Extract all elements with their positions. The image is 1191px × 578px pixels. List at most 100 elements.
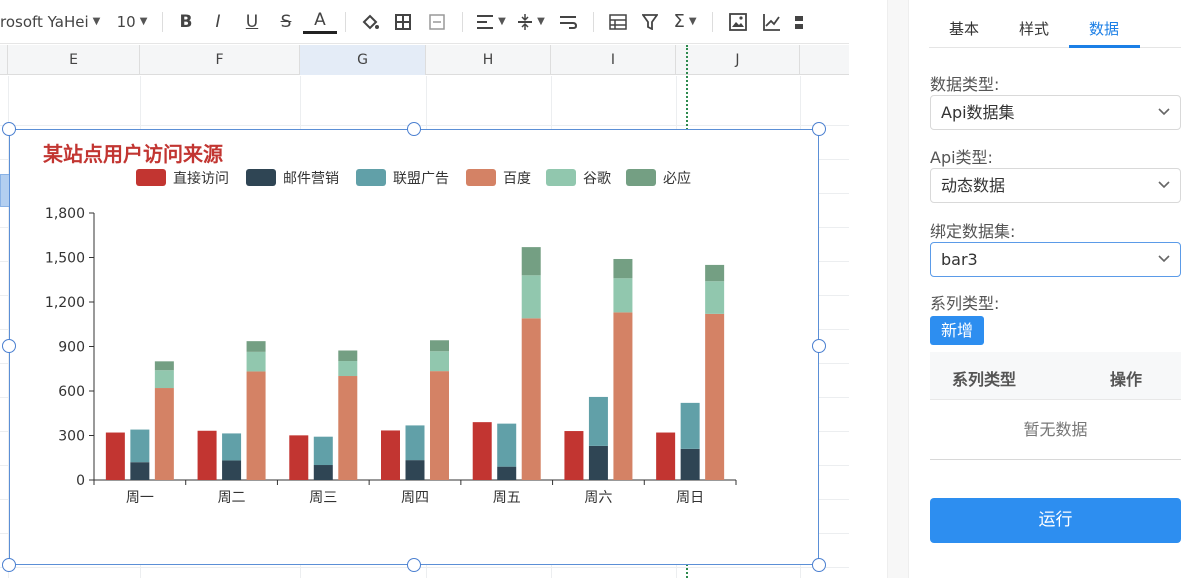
chevron-down-icon: ▼ (139, 16, 148, 27)
bar-必应 (430, 340, 449, 352)
legend-swatch (136, 169, 166, 186)
tab-style[interactable]: 样式 (999, 10, 1069, 48)
bar-谷歌 (521, 275, 541, 319)
resize-handle[interactable] (812, 558, 826, 572)
data-type-select[interactable]: Api数据集 (930, 95, 1181, 130)
vertical-align-icon[interactable]: ▼ (511, 8, 551, 36)
filter-icon[interactable] (634, 8, 666, 36)
bar-谷歌 (338, 361, 358, 377)
add-series-button[interactable]: 新增 (930, 316, 984, 345)
series-type-label: 系列类型: (930, 294, 1000, 313)
x-tick-label: 周三 (309, 490, 337, 506)
align-left-icon[interactable]: ▼ (471, 8, 511, 36)
resize-handle[interactable] (407, 122, 421, 136)
font-family-value: rosoft YaHei (0, 12, 89, 31)
bar-直接访问 (105, 432, 125, 480)
bar-直接访问 (472, 422, 492, 480)
bar-百度 (705, 313, 725, 480)
resize-handle[interactable] (812, 122, 826, 136)
font-color-button[interactable]: A (303, 10, 337, 34)
chevron-down-icon: ▼ (92, 16, 101, 27)
bar-邮件营销 (405, 460, 425, 480)
api-type-label: Api类型: (930, 148, 993, 167)
fill-color-icon[interactable] (354, 8, 386, 36)
sum-icon[interactable]: Σ ▼ (666, 8, 704, 36)
bar-chart: 某站点用户访问来源直接访问 邮件营销 联盟广告 百度 谷歌 必应 0 300 600 900 1,2… (43, 142, 737, 506)
chart-widget[interactable]: 某站点用户访问来源 直接访问 邮件营销 联盟广告 百度 谷歌 必应 0 300 600 900 1,2… (9, 129, 819, 565)
bar-必应 (154, 361, 174, 371)
bar-联盟广告 (130, 429, 150, 463)
x-tick-label: 周五 (493, 490, 521, 506)
properties-panel: 基本 样式 数据 数据类型: Api数据集 Api类型: 动态数据 绑定数据集:… (909, 0, 1191, 578)
bar-联盟广告 (588, 396, 608, 446)
bold-button[interactable]: B (171, 8, 201, 36)
more-tools-icon[interactable] (789, 8, 809, 36)
legend-swatch (466, 169, 496, 186)
bar-必应 (521, 247, 541, 276)
bar-谷歌 (430, 351, 449, 372)
resize-handle[interactable] (2, 122, 16, 136)
resize-handle[interactable] (2, 558, 16, 572)
dataset-select[interactable]: bar3 (930, 242, 1181, 277)
column-header-e[interactable]: E (8, 45, 140, 75)
api-type-value: 动态数据 (941, 176, 1006, 195)
bar-必应 (338, 350, 358, 362)
font-size-select[interactable]: 10 ▼ (110, 8, 154, 36)
wrap-text-icon[interactable] (551, 8, 585, 36)
merge-cells-icon[interactable] (420, 8, 454, 36)
y-tick-label: 1,500 (45, 251, 85, 267)
image-icon[interactable] (721, 8, 755, 36)
bar-邮件营销 (313, 465, 333, 480)
bar-百度 (246, 371, 266, 480)
legend-label: 谷歌 (583, 171, 611, 187)
italic-button[interactable]: I (201, 8, 235, 36)
bar-百度 (154, 388, 174, 480)
tab-basic[interactable]: 基本 (929, 10, 999, 48)
table-icon[interactable] (602, 8, 634, 36)
y-tick-label: 1,200 (45, 295, 85, 311)
resize-handle[interactable] (407, 558, 421, 572)
column-header-i[interactable]: I (551, 45, 676, 75)
chart-icon[interactable] (755, 8, 789, 36)
chevron-down-icon (1158, 96, 1170, 142)
strikethrough-button[interactable]: S (269, 8, 303, 36)
panel-splitter[interactable] (887, 0, 909, 578)
column-header-g[interactable]: G (300, 45, 426, 75)
resize-handle[interactable] (2, 339, 16, 353)
bar-邮件营销 (497, 466, 517, 480)
col-series-type: 系列类型 (952, 370, 1017, 389)
bar-必应 (705, 264, 725, 282)
data-type-label: 数据类型: (930, 75, 1000, 94)
chevron-down-icon (1158, 169, 1170, 215)
x-tick-label: 周四 (401, 490, 429, 506)
resize-handle[interactable] (812, 339, 826, 353)
dataset-value: bar3 (941, 250, 978, 269)
underline-button[interactable]: U (235, 8, 269, 36)
bar-百度 (430, 371, 449, 480)
legend-label: 邮件营销 (283, 171, 339, 187)
divider (162, 11, 163, 32)
row-line (0, 567, 849, 568)
bar-邮件营销 (222, 460, 242, 480)
bar-邮件营销 (130, 462, 150, 480)
column-edge (800, 45, 849, 75)
divider (593, 11, 594, 32)
data-type-value: Api数据集 (941, 103, 1015, 122)
tab-data[interactable]: 数据 (1069, 10, 1139, 48)
chevron-down-icon (1158, 243, 1170, 289)
column-header-f[interactable]: F (140, 45, 300, 75)
column-header-j[interactable]: J (676, 45, 800, 75)
toolbar: rosoft YaHei ▼ 10 ▼ B I U S A ▼ ▼ Σ ▼ (0, 0, 849, 44)
border-icon[interactable] (386, 8, 420, 36)
x-tick-label: 周六 (584, 490, 612, 506)
run-button[interactable]: 运行 (930, 498, 1181, 543)
font-family-select[interactable]: rosoft YaHei ▼ (0, 8, 110, 36)
bar-谷歌 (246, 351, 266, 372)
y-tick-label: 600 (58, 384, 85, 400)
bar-谷歌 (613, 278, 633, 313)
y-tick-label: 900 (58, 340, 85, 356)
active-tab-indicator (1069, 45, 1140, 48)
bar-联盟广告 (497, 423, 517, 467)
api-type-select[interactable]: 动态数据 (930, 168, 1181, 203)
column-header-h[interactable]: H (426, 45, 551, 75)
